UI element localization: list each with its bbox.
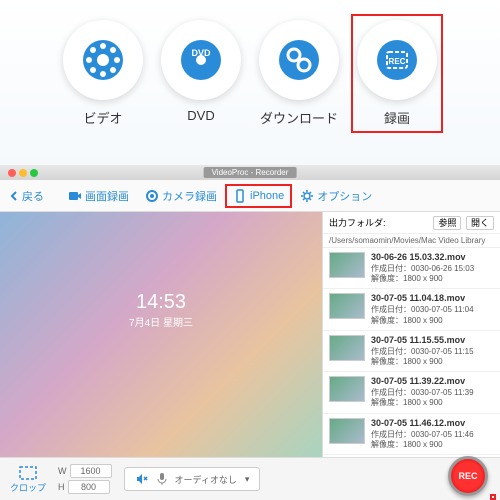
lock-time: 14:53 xyxy=(129,291,193,314)
back-button[interactable]: 戻る xyxy=(8,188,44,204)
gear-icon xyxy=(300,189,314,203)
file-res: 解像度：1800 x 900 xyxy=(371,440,494,450)
iphone-label: iPhone xyxy=(250,190,284,202)
file-name: 30-07-05 11.15.55.mov xyxy=(371,335,494,347)
min-dot[interactable] xyxy=(19,169,27,177)
screen-rec-label: 画面録画 xyxy=(85,188,129,204)
svg-text:REC: REC xyxy=(389,57,406,66)
bottom-bar: クロップ W1600 H800 オーディオなし ▾ REC xyxy=(0,457,500,500)
sidebar: 出力フォルダ: 参照 開く /Users/somaomin/Movies/Mac… xyxy=(322,212,500,457)
max-dot[interactable] xyxy=(30,169,38,177)
camera-icon xyxy=(145,189,159,203)
crop-icon xyxy=(18,465,38,481)
back-label: 戻る xyxy=(22,188,44,204)
file-name: 30-06-26 15.03.32.mov xyxy=(371,252,494,264)
file-item[interactable]: 30-07-05 11.39.22.mov作成日付：0030-07-05 11:… xyxy=(323,372,500,413)
titlebar: VideoProc - Recorder xyxy=(0,165,500,180)
file-date: 作成日付：0030-07-05 11:39 xyxy=(371,388,494,398)
audio-selector[interactable]: オーディオなし ▾ xyxy=(124,467,261,491)
feature-bar: ビデオ DVD DVD ダウンロード REC 録画 xyxy=(0,0,500,165)
file-res: 解像度：1800 x 900 xyxy=(371,357,494,367)
audio-label: オーディオなし xyxy=(175,473,237,486)
file-res: 解像度：1800 x 900 xyxy=(371,398,494,408)
feature-video[interactable]: ビデオ xyxy=(63,20,143,127)
file-item[interactable]: 30-06-26 15.03.32.mov作成日付：0030-06-26 15:… xyxy=(323,248,500,289)
toolbar: 戻る 画面録画 カメラ録画 iPhone オプション xyxy=(0,180,500,212)
window-title: VideoProc - Recorder xyxy=(204,167,297,178)
file-item[interactable]: 30-07-05 11.46.12.mov作成日付：0030-07-05 11:… xyxy=(323,414,500,455)
crop-button[interactable]: クロップ xyxy=(10,465,46,494)
file-date: 作成日付：0030-06-26 15:03 xyxy=(371,264,494,274)
file-date: 作成日付：0030-07-05 11:46 xyxy=(371,430,494,440)
svg-text:DVD: DVD xyxy=(191,48,211,58)
camera-rec-button[interactable]: カメラ録画 xyxy=(139,185,223,207)
crop-label: クロップ xyxy=(10,481,46,494)
thumbnail xyxy=(329,335,365,361)
file-name: 30-07-05 11.46.12.mov xyxy=(371,418,494,430)
file-list[interactable]: 30-06-26 15.03.32.mov作成日付：0030-06-26 15:… xyxy=(323,248,500,457)
option-label: オプション xyxy=(317,188,372,204)
mic-icon xyxy=(157,472,167,486)
lock-date: 7月4日 星期三 xyxy=(129,314,193,329)
dimensions: W1600 H800 xyxy=(58,464,112,494)
feature-video-label: ビデオ xyxy=(83,108,122,127)
feature-dvd-label: DVD xyxy=(187,108,214,123)
feature-dvd[interactable]: DVD DVD xyxy=(161,20,241,127)
screen-rec-button[interactable]: 画面録画 xyxy=(62,185,135,207)
height-field[interactable]: 800 xyxy=(68,480,110,494)
file-date: 作成日付：0030-07-05 11:04 xyxy=(371,305,494,315)
file-name: 30-07-05 11.04.18.mov xyxy=(371,293,494,305)
lock-screen-info: 14:53 7月4日 星期三 xyxy=(129,291,193,329)
thumbnail xyxy=(329,376,365,402)
file-name: 30-07-05 11.39.22.mov xyxy=(371,376,494,388)
output-folder-label: 出力フォルダ: xyxy=(329,216,386,229)
file-date: 作成日付：0030-07-05 11:15 xyxy=(371,347,494,357)
record-button[interactable]: REC xyxy=(448,456,488,496)
file-item[interactable]: 30-07-05 11.04.18.mov作成日付：0030-07-05 11:… xyxy=(323,289,500,330)
thumbnail xyxy=(329,418,365,444)
preview-pane: 14:53 7月4日 星期三 xyxy=(0,212,322,457)
open-button[interactable]: 開く xyxy=(466,216,494,230)
phone-icon xyxy=(233,189,247,203)
chevron-down-icon: ▾ xyxy=(245,474,250,485)
output-path: /Users/somaomin/Movies/Mac Video Library xyxy=(323,234,500,248)
iphone-button[interactable]: iPhone xyxy=(225,184,292,208)
camcorder-icon xyxy=(68,189,82,203)
feature-record[interactable]: REC 録画 xyxy=(351,14,443,133)
thumbnail xyxy=(329,252,365,278)
browse-button[interactable]: 参照 xyxy=(433,216,461,230)
thumbnail xyxy=(329,293,365,319)
feature-download-label: ダウンロード xyxy=(260,108,338,127)
width-field[interactable]: 1600 xyxy=(70,464,112,478)
feature-download[interactable]: ダウンロード xyxy=(259,20,339,127)
file-res: 解像度：1800 x 900 xyxy=(371,316,494,326)
speaker-mute-icon xyxy=(135,472,149,486)
camera-rec-label: カメラ録画 xyxy=(162,188,217,204)
file-res: 解像度：1800 x 900 xyxy=(371,274,494,284)
rec-label: REC xyxy=(458,471,477,481)
close-dot[interactable] xyxy=(8,169,16,177)
file-item[interactable]: 30-07-05 11.15.55.mov作成日付：0030-07-05 11:… xyxy=(323,331,500,372)
feature-record-label: 録画 xyxy=(384,108,410,127)
option-button[interactable]: オプション xyxy=(294,185,378,207)
